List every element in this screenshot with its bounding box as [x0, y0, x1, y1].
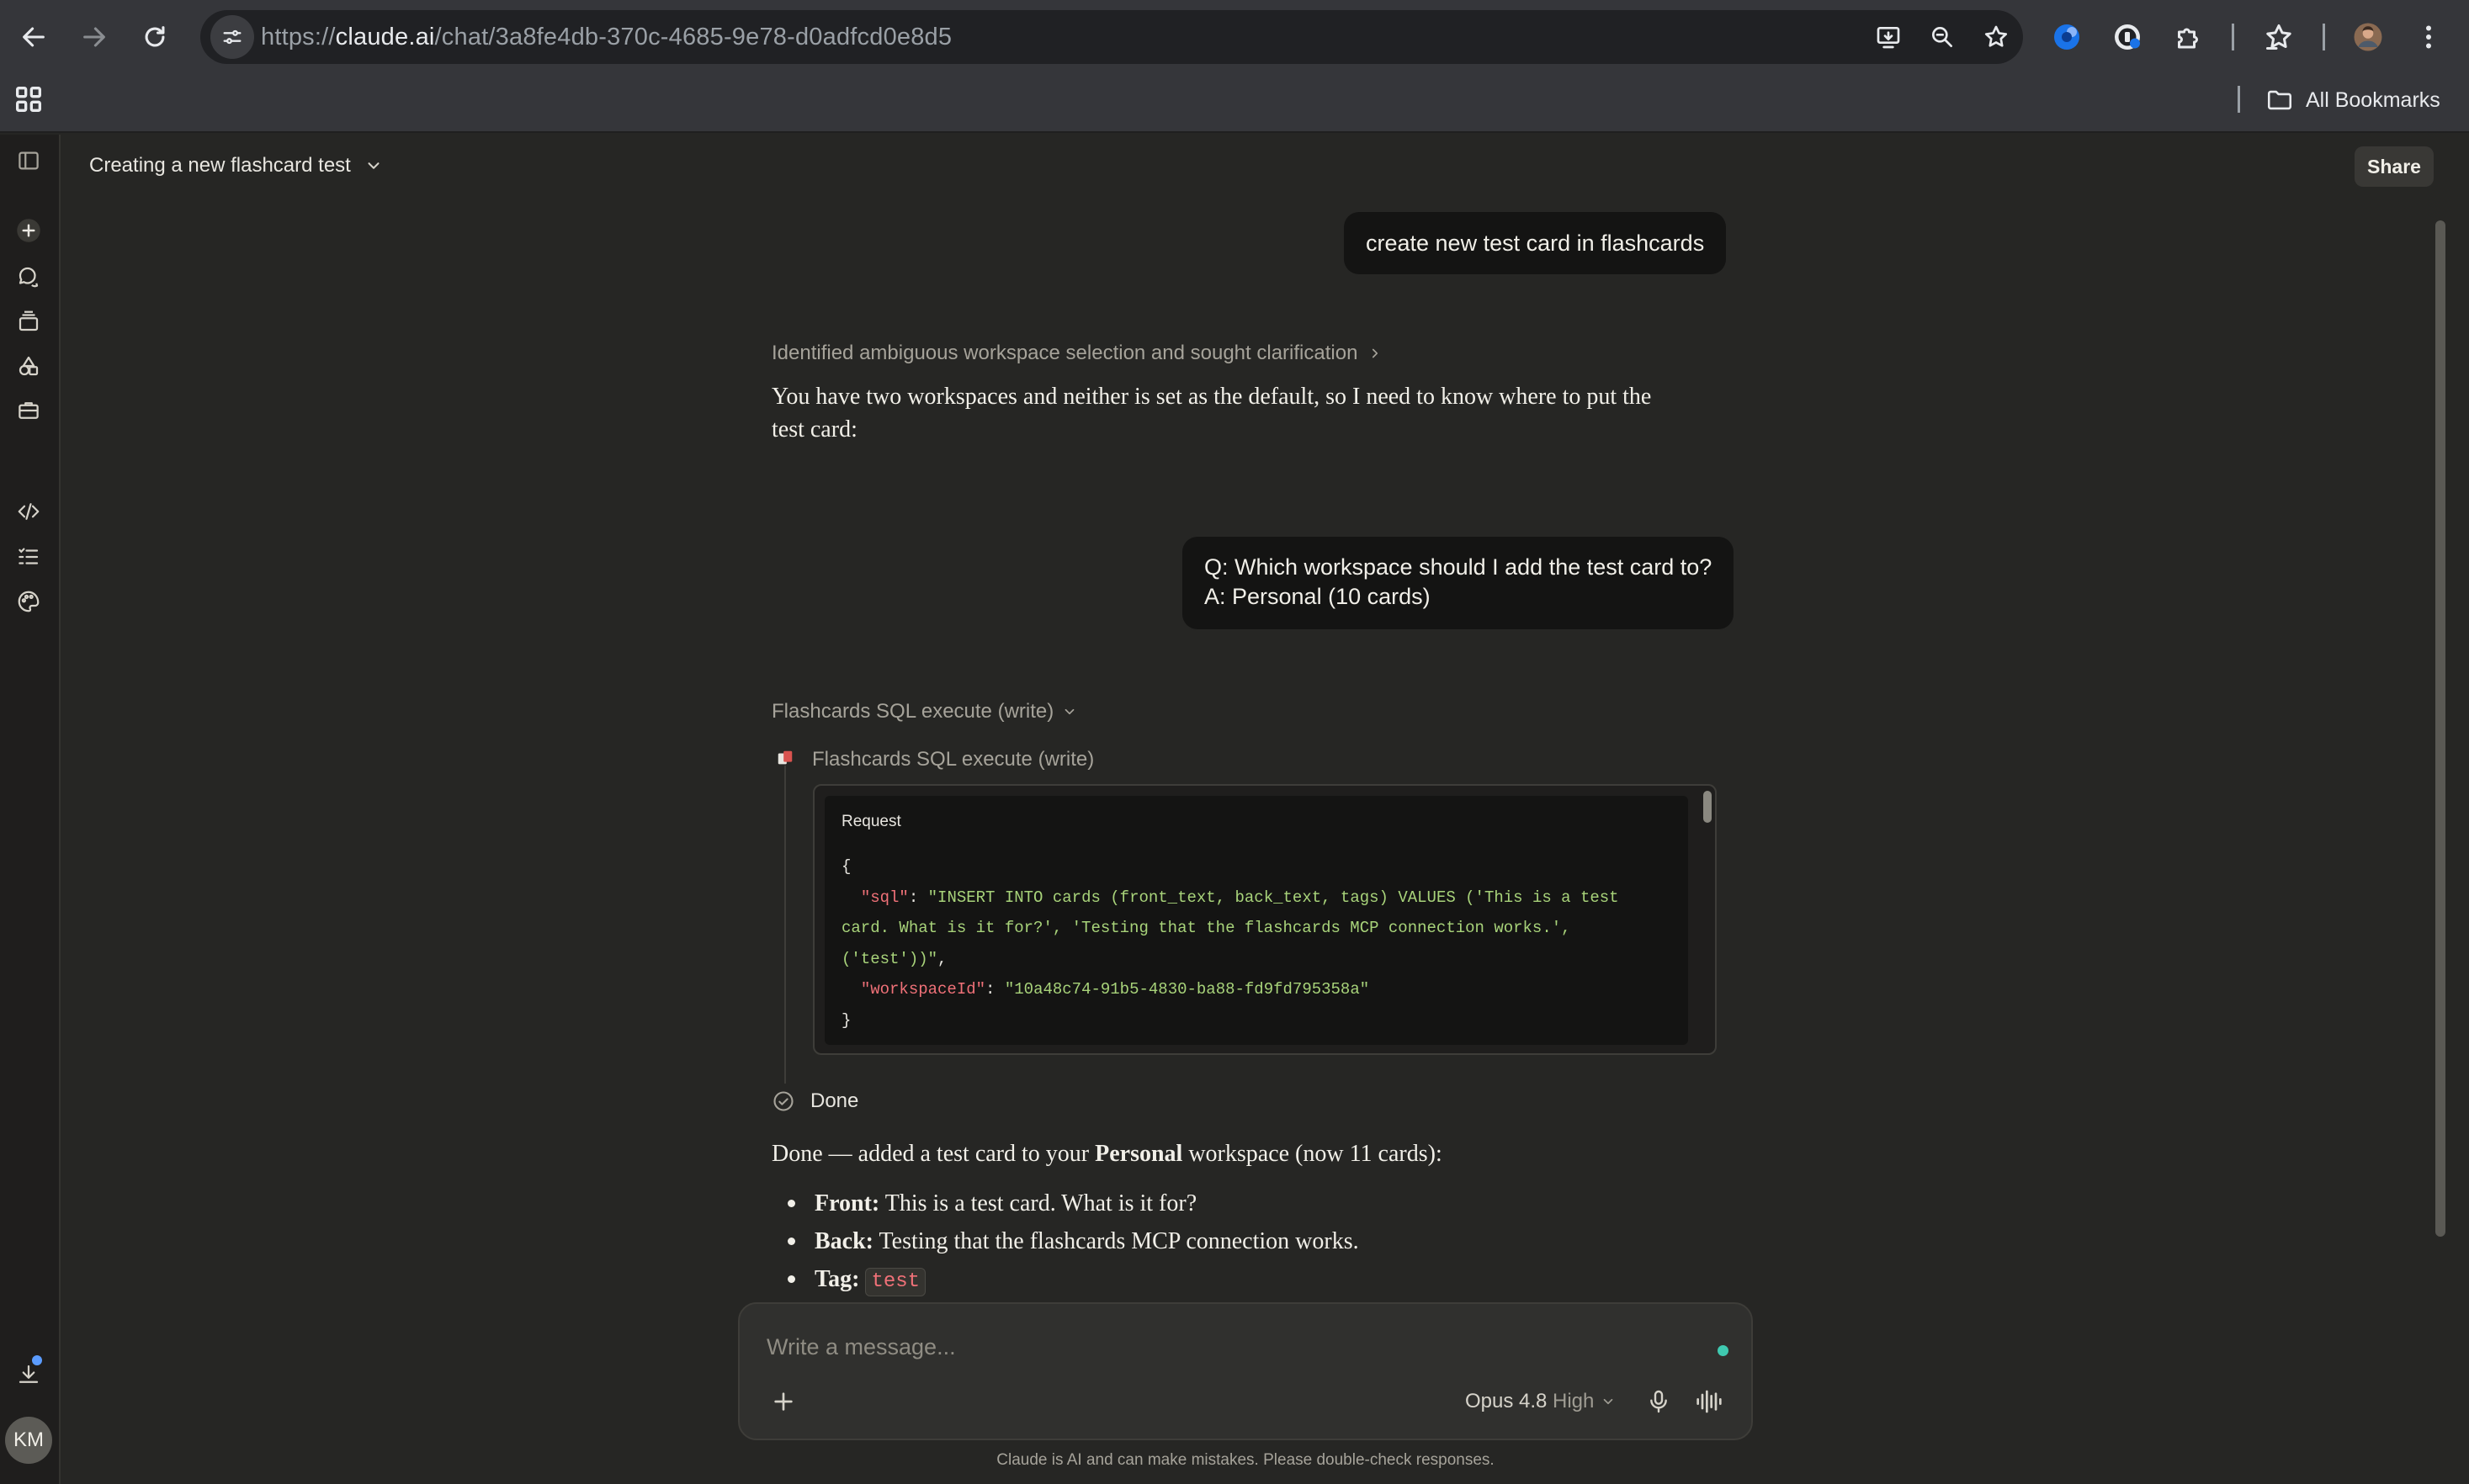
message-composer: Write a message... Opus 4.8 High [738, 1302, 1753, 1440]
kebab-menu-icon[interactable] [2408, 17, 2449, 57]
user-avatar[interactable]: KM [5, 1417, 52, 1464]
voice-mode-button[interactable] [1694, 1388, 1724, 1415]
result-bullet-list: Front: This is a test card. What is it f… [788, 1185, 1359, 1298]
forward-arrow-icon[interactable] [72, 15, 116, 59]
tag-code: test [865, 1268, 927, 1296]
request-panel: Request { "sql": "INSERT INTO cards (fro… [813, 784, 1717, 1055]
chevron-down-icon [1065, 708, 1075, 715]
conversation-scrollbar[interactable] [2435, 220, 2445, 1237]
browser-toolbar: https://claude.ai/chat/3a8fe4db-370c-468… [0, 0, 2469, 74]
toolbar-divider [2232, 24, 2234, 50]
reading-list-icon[interactable] [2259, 17, 2299, 57]
tool-call-label[interactable]: Flashcards SQL execute (write) [812, 748, 1094, 771]
list-item: Back: Testing that the flashcards MCP co… [788, 1222, 1359, 1260]
assistant-message-line: test card: [772, 416, 858, 443]
request-label: Request [842, 813, 901, 830]
avatar-initials: KM [13, 1428, 44, 1451]
chevron-right-icon [1373, 348, 1378, 358]
puzzle-icon[interactable] [2168, 17, 2208, 57]
user-message-text: create new test card in flashcards [1366, 231, 1705, 256]
status-dot [1718, 1345, 1728, 1356]
extension-lock-icon[interactable] [2107, 17, 2148, 57]
result-text: workspace (now 11 cards): [1182, 1141, 1442, 1167]
folder-icon [2267, 90, 2292, 110]
flashcards-app-icon [776, 749, 794, 767]
disclaimer-text: Claude is AI and can make mistakes. Plea… [996, 1451, 1495, 1469]
request-code-block: Request { "sql": "INSERT INTO cards (fro… [825, 796, 1688, 1045]
bookmarks-divider [2238, 86, 2240, 113]
new-chat-icon[interactable] [12, 214, 45, 247]
check-circle-icon [773, 1091, 794, 1111]
chat-title-dropdown[interactable]: Creating a new flashcard test [89, 154, 383, 178]
tool-group-toggle[interactable]: Flashcards SQL execute (write) [772, 700, 1077, 723]
address-bar[interactable]: https://claude.ai/chat/3a8fe4db-370c-468… [200, 10, 2023, 64]
profile-avatar[interactable] [2348, 17, 2388, 57]
plus-icon [774, 1392, 793, 1411]
tasks-icon[interactable] [12, 540, 45, 574]
assistant-message-line: You have two workspaces and neither is s… [772, 384, 1652, 410]
message-input[interactable]: Write a message... [767, 1334, 956, 1360]
tool-group-label: Flashcards SQL execute (write) [772, 700, 1054, 723]
install-app-icon[interactable] [1870, 19, 1907, 56]
projects-icon[interactable] [12, 305, 45, 338]
back-arrow-icon[interactable] [12, 15, 56, 59]
tool-status: Done [772, 1089, 858, 1113]
request-json: { "sql": "INSERT INTO cards (front_text,… [842, 857, 1619, 1030]
question-text: Q: Which workspace should I add the test… [1204, 554, 1712, 580]
add-attachment-button[interactable] [770, 1388, 797, 1415]
reload-icon[interactable] [133, 15, 177, 59]
result-text: Done — added a test card to your [772, 1141, 1096, 1167]
apps-grid-icon[interactable] [12, 82, 45, 116]
chat-title: Creating a new flashcard test [89, 154, 351, 177]
list-item: Tag: test [788, 1260, 1359, 1298]
request-scrollbar[interactable] [1703, 791, 1712, 823]
model-selector[interactable]: Opus 4.8 [1465, 1390, 1547, 1413]
all-bookmarks-label: All Bookmarks [2306, 87, 2440, 112]
all-bookmarks-button[interactable]: All Bookmarks [2265, 86, 2440, 114]
answer-text: A: Personal (10 cards) [1204, 584, 1431, 609]
url-text[interactable]: https://claude.ai/chat/3a8fe4db-370c-468… [261, 24, 952, 51]
site-settings-icon[interactable] [210, 15, 254, 59]
microphone-icon [1650, 1390, 1667, 1413]
waveform-icon [1696, 1390, 1722, 1413]
result-workspace-name: Personal [1095, 1141, 1183, 1167]
chevron-down-icon [1604, 1398, 1613, 1405]
effort-selector[interactable]: High [1553, 1390, 1616, 1413]
bookmark-star-icon[interactable] [1978, 19, 2015, 56]
palette-icon[interactable] [12, 585, 45, 618]
sidebar-toggle-icon[interactable] [12, 144, 45, 178]
code-icon[interactable] [12, 495, 45, 528]
assistant-message: You have two workspaces and neither is s… [772, 380, 1731, 446]
share-button[interactable]: Share [2355, 146, 2434, 187]
user-message: create new test card in flashcards [1344, 212, 1727, 274]
zoom-icon[interactable] [1924, 19, 1961, 56]
chats-icon[interactable] [12, 260, 45, 294]
assistant-result-message: Done — added a test card to your Persona… [772, 1137, 1731, 1170]
extension-blue-icon[interactable] [2047, 17, 2087, 57]
thought-summary-text: Identified ambiguous workspace selection… [772, 342, 1358, 364]
effort-label: High [1553, 1390, 1595, 1412]
artifacts-icon[interactable] [12, 349, 45, 383]
thought-summary-toggle[interactable]: Identified ambiguous workspace selection… [772, 342, 1383, 365]
toolbar-divider [2323, 24, 2325, 50]
bookmarks-bar [0, 74, 2469, 133]
notification-dot [32, 1355, 42, 1365]
done-label: Done [810, 1089, 859, 1112]
list-item: Front: This is a test card. What is it f… [788, 1185, 1359, 1222]
tool-timeline-rail [784, 766, 786, 1084]
microphone-button[interactable] [1645, 1388, 1672, 1415]
user-answer-message: Q: Which workspace should I add the test… [1182, 537, 1734, 629]
briefcase-icon[interactable] [12, 394, 45, 427]
chevron-down-icon [368, 162, 380, 169]
